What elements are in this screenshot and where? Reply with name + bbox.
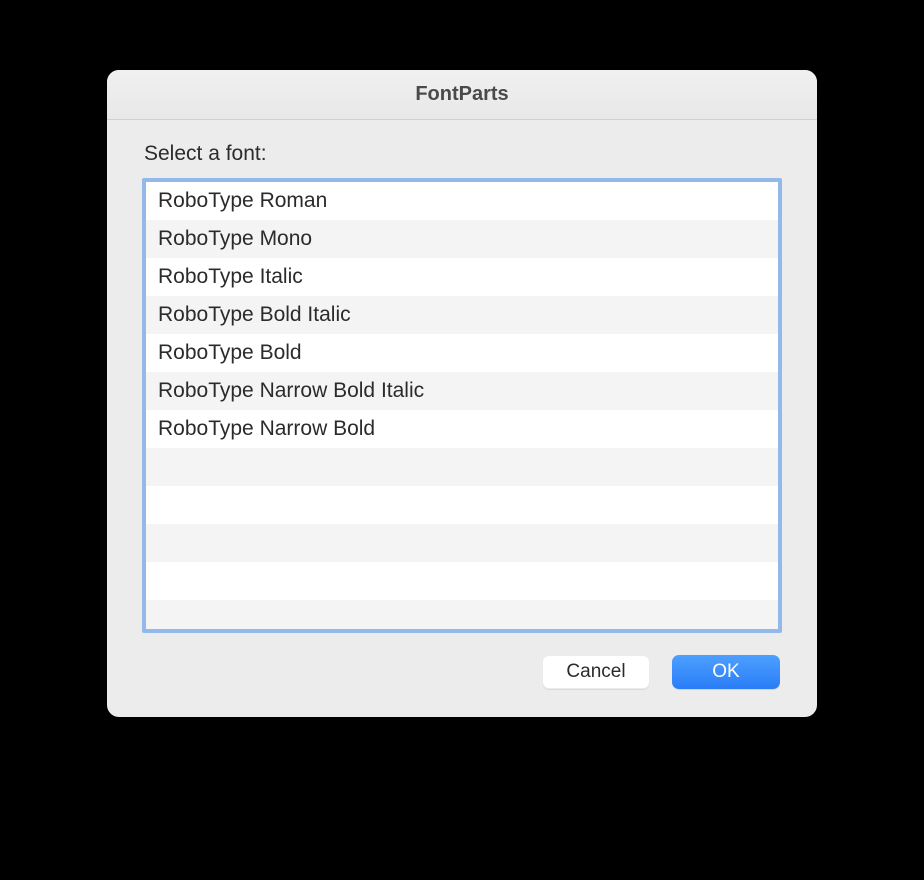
font-listbox[interactable]: RoboType RomanRoboType MonoRoboType Ital…	[142, 178, 782, 633]
font-list-item[interactable]	[146, 600, 778, 633]
font-list-item[interactable]: RoboType Bold Italic	[146, 296, 778, 334]
prompt-label: Select a font:	[144, 142, 782, 166]
dialog-window: FontParts Select a font: RoboType RomanR…	[107, 70, 817, 717]
dialog-content: Select a font: RoboType RomanRoboType Mo…	[107, 120, 817, 717]
cancel-button[interactable]: Cancel	[542, 655, 650, 689]
font-list-item[interactable]: RoboType Mono	[146, 220, 778, 258]
font-list-item[interactable]	[146, 524, 778, 562]
font-list-item[interactable]: RoboType Roman	[146, 182, 778, 220]
font-list-item[interactable]: RoboType Narrow Bold Italic	[146, 372, 778, 410]
font-list-item[interactable]: RoboType Narrow Bold	[146, 410, 778, 448]
ok-button[interactable]: OK	[672, 655, 780, 689]
font-list-item[interactable]	[146, 562, 778, 600]
font-list-item[interactable]	[146, 486, 778, 524]
button-row: Cancel OK	[142, 655, 782, 689]
titlebar: FontParts	[107, 70, 817, 120]
font-list-item[interactable]	[146, 448, 778, 486]
font-list-item[interactable]: RoboType Bold	[146, 334, 778, 372]
font-list-item[interactable]: RoboType Italic	[146, 258, 778, 296]
window-title: FontParts	[415, 83, 508, 106]
